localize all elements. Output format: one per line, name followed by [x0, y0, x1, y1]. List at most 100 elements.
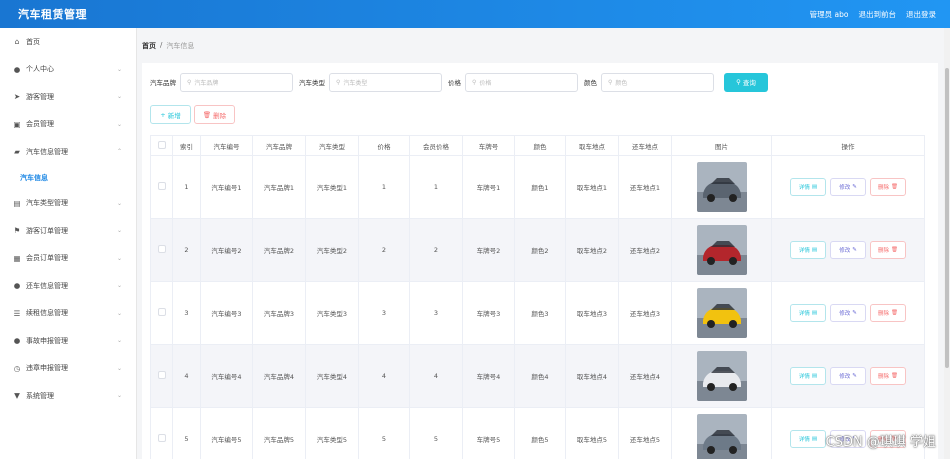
row-select-cell[interactable] [150, 218, 173, 282]
cell-pickup: 取车地点5 [565, 407, 619, 459]
sidebar-item-12[interactable]: ◷ 违章申报管理 ⌄ [0, 355, 136, 383]
color-search-input[interactable]: ⚲ 颜色 [601, 72, 714, 92]
edit-button[interactable]: 修改 ✎ [830, 178, 866, 196]
select-all-checkbox[interactable] [157, 140, 166, 149]
search-button-label: 查询 [742, 79, 756, 87]
batch-delete-button[interactable]: 🗑 删除 [194, 105, 235, 124]
sidebar-item-11[interactable]: ● 事故申报管理 ⌄ [0, 327, 136, 355]
add-button[interactable]: + 新增 [150, 105, 191, 124]
sidebar-item-1[interactable]: ● 个人中心 ⌄ [0, 56, 136, 84]
car-image[interactable] [696, 162, 747, 212]
page-scrollbar[interactable] [944, 28, 950, 459]
detail-label: 详情 [798, 311, 810, 317]
cell-image [671, 281, 772, 345]
card-icon: ▣ [13, 119, 21, 129]
cell-brand: 汽车品牌5 [252, 407, 306, 459]
cell-member-price: 1 [409, 155, 463, 219]
logout-link[interactable]: 退出登录 [906, 9, 936, 20]
sidebar-item-label: 汽车类型管理 [26, 199, 68, 208]
car-image[interactable] [696, 351, 747, 401]
cell-code: 汽车编号3 [200, 281, 253, 345]
cell-color: 颜色3 [514, 281, 566, 345]
send-icon: ➤ [13, 92, 21, 102]
search-icon: ⚲ [608, 78, 613, 86]
delete-button[interactable]: 删除 🗑 [870, 304, 906, 322]
car-image[interactable] [696, 414, 747, 459]
column-header: 汽车类型 [305, 135, 359, 156]
car-image[interactable] [696, 288, 747, 338]
batch-delete-label: 删除 [213, 111, 227, 120]
doc-icon: ▤ [811, 310, 818, 316]
cell-color: 颜色5 [514, 407, 566, 459]
detail-button[interactable]: 详情 ▤ [790, 241, 826, 259]
sidebar-item-label: 续租信息管理 [26, 309, 68, 318]
row-checkbox[interactable] [157, 371, 166, 379]
sidebar-item-8[interactable]: ▦ 会员订单管理 ⌄ [0, 245, 136, 273]
plus-icon: + [160, 110, 166, 119]
sidebar-item-6[interactable]: ▤ 汽车类型管理 ⌄ [0, 190, 136, 218]
delete-button[interactable]: 删除 🗑 [870, 241, 906, 259]
breadcrumb-separator: / [160, 41, 163, 49]
scrollbar-thumb[interactable] [945, 68, 949, 368]
edit-button[interactable]: 修改 ✎ [830, 241, 866, 259]
sidebar-item-label: 个人中心 [26, 65, 54, 74]
price-search-input[interactable]: ⚲ 价格 [465, 72, 578, 92]
sidebar-item-10[interactable]: ☰ 续租信息管理 ⌄ [0, 300, 136, 328]
sidebar-item-13[interactable]: ▼ 系统管理 ⌄ [0, 382, 136, 410]
breadcrumb-home[interactable]: 首页 [142, 41, 156, 51]
search-button[interactable]: ⚲ 查询 [724, 72, 768, 92]
row-checkbox[interactable] [157, 434, 166, 442]
row-checkbox[interactable] [157, 308, 166, 316]
sidebar-item-label: 还车信息管理 [26, 281, 68, 290]
edit-button[interactable]: 修改 ✎ [830, 304, 866, 322]
brand-label: 汽车品牌 [150, 79, 176, 87]
row-checkbox[interactable] [157, 245, 166, 253]
cell-price: 3 [358, 281, 410, 345]
cell-image [671, 407, 772, 459]
sidebar-item-7[interactable]: ⚑ 游客订单管理 ⌄ [0, 217, 136, 245]
trash-icon: 🗑 [202, 110, 212, 119]
cell-brand: 汽车品牌3 [252, 281, 306, 345]
cell-code: 汽车编号1 [200, 155, 253, 219]
detail-button[interactable]: 详情 ▤ [790, 367, 826, 385]
cell-type: 汽车类型5 [305, 407, 359, 459]
cell-price: 4 [358, 344, 410, 408]
cell-return: 还车地点5 [618, 407, 672, 459]
edit-button[interactable]: 修改 ✎ [830, 367, 866, 385]
column-header: 图片 [671, 135, 772, 156]
row-select-cell[interactable] [150, 155, 173, 219]
sidebar-item-4[interactable]: ▰ 汽车信息管理 ⌃ [0, 138, 136, 166]
sidebar-item-9[interactable]: ● 还车信息管理 ⌄ [0, 272, 136, 300]
type-search-input[interactable]: ⚲ 汽车类型 [329, 72, 442, 92]
column-header: 取车地点 [565, 135, 619, 156]
detail-button[interactable]: 详情 ▤ [790, 178, 826, 196]
car-image[interactable] [696, 225, 747, 275]
detail-label: 详情 [798, 374, 810, 380]
cell-plate: 车牌号3 [462, 281, 515, 345]
sidebar-item-3[interactable]: ▣ 会员管理 ⌄ [0, 111, 136, 139]
detail-button[interactable]: 详情 ▤ [790, 430, 826, 448]
delete-button[interactable]: 删除 🗑 [870, 178, 906, 196]
row-select-cell[interactable] [150, 407, 173, 459]
edit-label: 修改 [839, 311, 851, 317]
row-select-cell[interactable] [150, 281, 173, 345]
chevron-down-icon: ⌄ [116, 364, 122, 372]
sidebar-item-2[interactable]: ➤ 游客管理 ⌄ [0, 83, 136, 111]
search-icon: ⚲ [336, 78, 341, 86]
delete-button[interactable]: 删除 🗑 [870, 367, 906, 385]
front-link[interactable]: 退出到前台 [859, 9, 897, 20]
sidebar-item-5[interactable]: 汽车信息 [0, 166, 136, 190]
doc-icon: ▤ [811, 436, 818, 442]
chevron-up-icon: ⌃ [116, 148, 122, 156]
select-all-cell[interactable] [150, 135, 173, 156]
cell-plate: 车牌号5 [462, 407, 515, 459]
brand-search-input[interactable]: ⚲ 汽车品牌 [180, 72, 293, 92]
row-checkbox[interactable] [157, 182, 166, 190]
detail-button[interactable]: 详情 ▤ [790, 304, 826, 322]
column-header: 操作 [771, 135, 925, 156]
row-select-cell[interactable] [150, 344, 173, 408]
column-header: 汽车编号 [200, 135, 253, 156]
sidebar-item-0[interactable]: ⌂ 首页 [0, 28, 136, 56]
cell-color: 颜色2 [514, 218, 566, 282]
edit-label: 修改 [839, 185, 851, 191]
